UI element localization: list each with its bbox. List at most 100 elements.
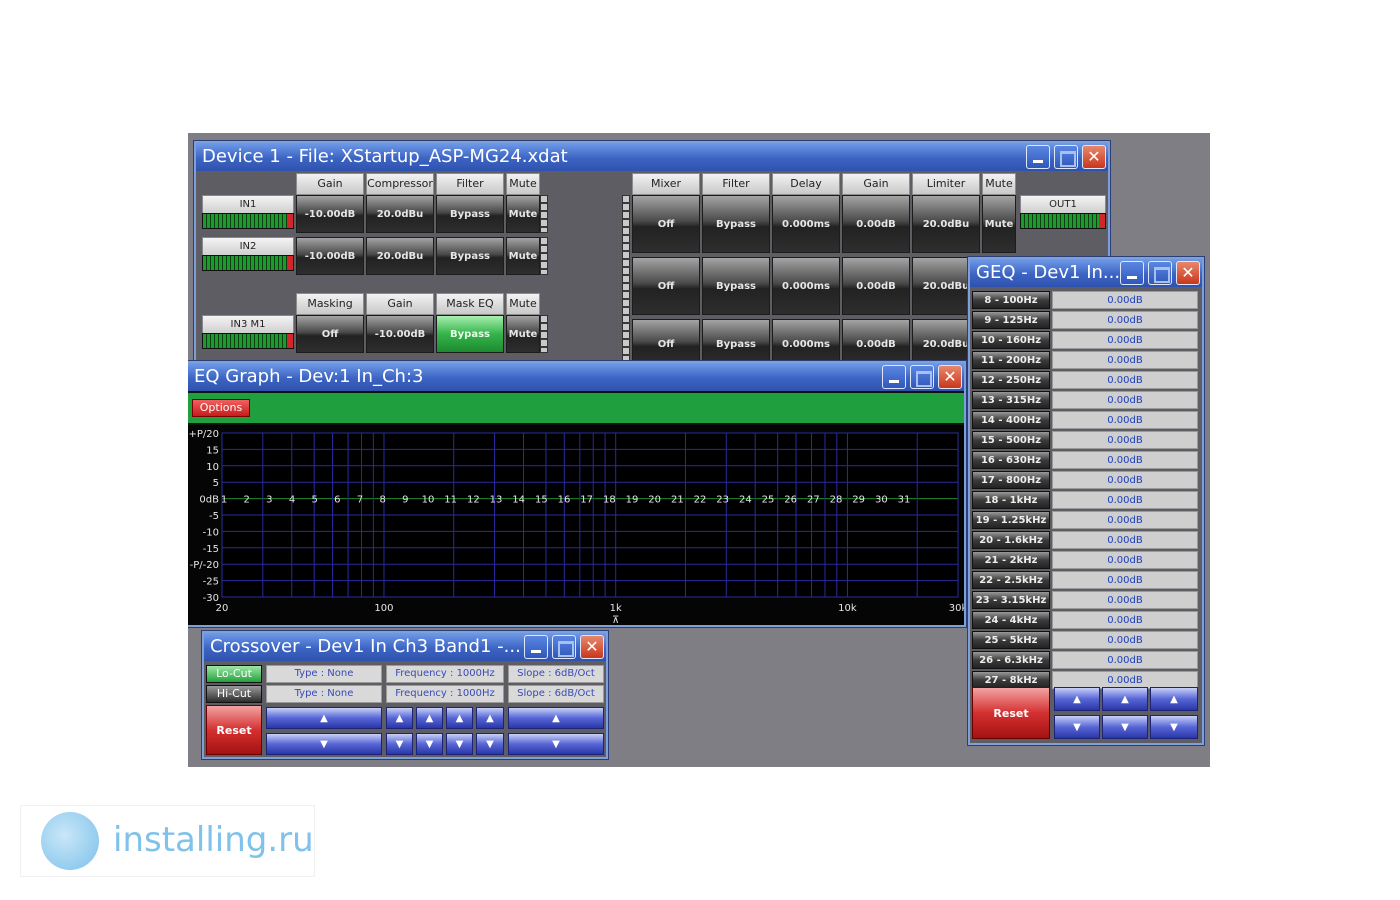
geq-band-label[interactable]: 25 - 5kHz: [972, 631, 1050, 649]
geq-band-value[interactable]: 0.00dB: [1052, 511, 1198, 529]
geq-down-button-1[interactable]: ▼: [1054, 715, 1100, 739]
geq-band-value[interactable]: 0.00dB: [1052, 371, 1198, 389]
filter-button-in2[interactable]: Bypass: [436, 237, 504, 275]
mixer-button-out1[interactable]: Off: [632, 195, 700, 253]
close-icon[interactable]: [938, 365, 962, 389]
maximize-icon[interactable]: [1148, 261, 1172, 285]
mute-button-in1[interactable]: Mute: [506, 195, 540, 233]
geq-band-value[interactable]: 0.00dB: [1052, 351, 1198, 369]
close-icon[interactable]: [1082, 145, 1106, 169]
geq-band-value[interactable]: 0.00dB: [1052, 491, 1198, 509]
geq-reset-button[interactable]: Reset: [972, 687, 1050, 739]
minimize-icon[interactable]: [882, 365, 906, 389]
gain-button-in1[interactable]: -10.00dB: [296, 195, 364, 233]
geq-band-value[interactable]: 0.00dB: [1052, 311, 1198, 329]
freq-up-button-4[interactable]: ▲: [476, 707, 504, 729]
geq-band-label[interactable]: 26 - 6.3kHz: [972, 651, 1050, 669]
freq-up-button-2[interactable]: ▲: [416, 707, 443, 729]
geq-band-label[interactable]: 11 - 200Hz: [972, 351, 1050, 369]
geq-down-button-3[interactable]: ▼: [1150, 715, 1198, 739]
compressor-button-in2[interactable]: 20.0dBu: [366, 237, 434, 275]
geq-band-label[interactable]: 10 - 160Hz: [972, 331, 1050, 349]
geq-band-value[interactable]: 0.00dB: [1052, 391, 1198, 409]
freq-down-button-1[interactable]: ▼: [386, 733, 413, 755]
delay-button-out2[interactable]: 0.000ms: [772, 257, 840, 315]
mask-mute-button[interactable]: Mute: [506, 315, 540, 353]
filter-button-in1[interactable]: Bypass: [436, 195, 504, 233]
geq-band-label[interactable]: 9 - 125Hz: [972, 311, 1050, 329]
geq-band-value[interactable]: 0.00dB: [1052, 531, 1198, 549]
geq-band-label[interactable]: 20 - 1.6kHz: [972, 531, 1050, 549]
slope-down-button[interactable]: ▼: [508, 733, 604, 755]
geq-band-label[interactable]: 22 - 2.5kHz: [972, 571, 1050, 589]
close-icon[interactable]: [580, 635, 604, 659]
crossover-titlebar[interactable]: Crossover - Dev1 In Ch3 Band1 -...: [204, 633, 606, 661]
limiter-button-out1[interactable]: 20.0dBu: [912, 195, 980, 253]
masking-button[interactable]: Off: [296, 315, 364, 353]
gain-button-out2[interactable]: 0.00dB: [842, 257, 910, 315]
geq-band-label[interactable]: 13 - 315Hz: [972, 391, 1050, 409]
slope-up-button[interactable]: ▲: [508, 707, 604, 729]
delay-button-out1[interactable]: 0.000ms: [772, 195, 840, 253]
geq-band-label[interactable]: 24 - 4kHz: [972, 611, 1050, 629]
geq-band-label[interactable]: 8 - 100Hz: [972, 291, 1050, 309]
freq-down-button-4[interactable]: ▼: [476, 733, 504, 755]
geq-band-value[interactable]: 0.00dB: [1052, 611, 1198, 629]
geq-band-label[interactable]: 17 - 800Hz: [972, 471, 1050, 489]
compressor-button-in1[interactable]: 20.0dBu: [366, 195, 434, 233]
device-window-titlebar[interactable]: Device 1 - File: XStartup_ASP-MG24.xdat: [196, 143, 1108, 171]
mask-eq-bypass-button[interactable]: Bypass: [436, 315, 504, 353]
minimize-icon[interactable]: [1120, 261, 1144, 285]
geq-band-label[interactable]: 14 - 400Hz: [972, 411, 1050, 429]
geq-band-value[interactable]: 0.00dB: [1052, 291, 1198, 309]
geq-band-value[interactable]: 0.00dB: [1052, 551, 1198, 569]
freq-down-button-2[interactable]: ▼: [416, 733, 443, 755]
geq-band-label[interactable]: 16 - 630Hz: [972, 451, 1050, 469]
geq-band-label[interactable]: 18 - 1kHz: [972, 491, 1050, 509]
mixer-button-out2[interactable]: Off: [632, 257, 700, 315]
geq-band-label[interactable]: 23 - 3.15kHz: [972, 591, 1050, 609]
geq-down-button-2[interactable]: ▼: [1102, 715, 1148, 739]
freq-up-button-3[interactable]: ▲: [446, 707, 473, 729]
freq-down-button-3[interactable]: ▼: [446, 733, 473, 755]
maximize-icon[interactable]: [552, 635, 576, 659]
geq-band-value[interactable]: 0.00dB: [1052, 431, 1198, 449]
filter-button-out2[interactable]: Bypass: [702, 257, 770, 315]
minimize-icon[interactable]: [1026, 145, 1050, 169]
mute-button-out1[interactable]: Mute: [982, 195, 1016, 253]
geq-band-value[interactable]: 0.00dB: [1052, 651, 1198, 669]
minimize-icon[interactable]: [524, 635, 548, 659]
close-icon[interactable]: [1176, 261, 1200, 285]
maximize-icon[interactable]: [1054, 145, 1078, 169]
geq-band-value[interactable]: 0.00dB: [1052, 411, 1198, 429]
geq-titlebar[interactable]: GEQ - Dev1 In...: [970, 259, 1202, 287]
gain-button-out1[interactable]: 0.00dB: [842, 195, 910, 253]
type-down-button[interactable]: ▼: [266, 733, 382, 755]
geq-up-button-3[interactable]: ▲: [1150, 687, 1198, 711]
geq-band-value[interactable]: 0.00dB: [1052, 631, 1198, 649]
hicut-button[interactable]: Hi-Cut: [206, 685, 262, 703]
mask-gain-button[interactable]: -10.00dB: [366, 315, 434, 353]
filter-button-out1[interactable]: Bypass: [702, 195, 770, 253]
geq-band-label[interactable]: 15 - 500Hz: [972, 431, 1050, 449]
mute-button-in2[interactable]: Mute: [506, 237, 540, 275]
geq-band-value[interactable]: 0.00dB: [1052, 571, 1198, 589]
freq-up-button-1[interactable]: ▲: [386, 707, 413, 729]
gain-button-in2[interactable]: -10.00dB: [296, 237, 364, 275]
crossover-reset-button[interactable]: Reset: [206, 705, 262, 755]
geq-up-button-2[interactable]: ▲: [1102, 687, 1148, 711]
geq-band-value[interactable]: 0.00dB: [1052, 331, 1198, 349]
geq-band-value[interactable]: 0.00dB: [1052, 471, 1198, 489]
eq-graph-plot[interactable]: +P/20151050dB-5-10-15-P/-20-25-3020 100 1k…: [188, 425, 964, 625]
geq-band-value[interactable]: 0.00dB: [1052, 591, 1198, 609]
geq-band-label[interactable]: 21 - 2kHz: [972, 551, 1050, 569]
geq-band-label[interactable]: 12 - 250Hz: [972, 371, 1050, 389]
geq-band-value[interactable]: 0.00dB: [1052, 451, 1198, 469]
geq-band-label[interactable]: 19 - 1.25kHz: [972, 511, 1050, 529]
locut-button[interactable]: Lo-Cut: [206, 665, 262, 683]
options-button[interactable]: Options: [192, 399, 250, 417]
eq-graph-titlebar[interactable]: EQ Graph - Dev:1 In_Ch:3: [188, 363, 964, 391]
type-up-button[interactable]: ▲: [266, 707, 382, 729]
geq-up-button-1[interactable]: ▲: [1054, 687, 1100, 711]
maximize-icon[interactable]: [910, 365, 934, 389]
